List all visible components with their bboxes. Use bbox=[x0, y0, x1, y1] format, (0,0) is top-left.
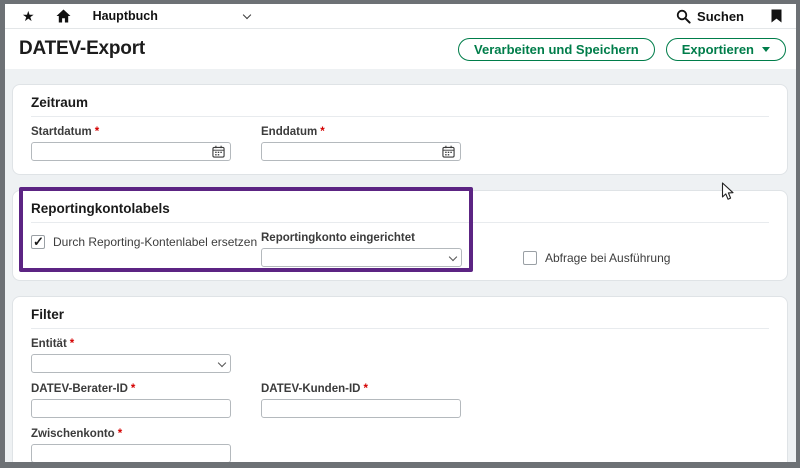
berater-id-input[interactable] bbox=[37, 401, 225, 416]
field-zwischenkonto: Zwischenkonto * bbox=[31, 428, 231, 462]
page-content: Zeitraum Startdatum * Enddatum * Reporti… bbox=[5, 69, 796, 462]
chevron-down-icon bbox=[448, 252, 458, 261]
chevron-down-icon bbox=[242, 10, 252, 19]
entitaet-select[interactable] bbox=[31, 354, 231, 373]
magnifier-icon bbox=[676, 9, 691, 24]
bookmark-icon[interactable] bbox=[771, 9, 782, 23]
required-marker: * bbox=[69, 338, 75, 350]
field-reportingkonto: Reportingkonto eingerichtet bbox=[261, 232, 462, 267]
startdatum-input[interactable] bbox=[37, 144, 212, 159]
process-save-button[interactable]: Verarbeiten und Speichern bbox=[458, 37, 655, 61]
abfrage-checkbox-row: Abfrage bei Ausführung bbox=[523, 251, 670, 265]
star-icon[interactable]: ★ bbox=[22, 9, 35, 23]
search-label: Suchen bbox=[697, 8, 744, 24]
field-entitaet: Entität * bbox=[31, 338, 231, 373]
calendar-icon[interactable] bbox=[212, 145, 225, 158]
export-label: Exportieren bbox=[681, 41, 754, 57]
berater-id-input-wrap bbox=[31, 399, 231, 418]
required-marker: * bbox=[117, 428, 123, 440]
search-control[interactable]: Suchen bbox=[676, 9, 744, 24]
process-save-label: Verarbeiten und Speichern bbox=[474, 41, 639, 57]
abfrage-checkbox-label: Abfrage bei Ausführung bbox=[545, 251, 671, 265]
zwischenkonto-label: Zwischenkonto * bbox=[31, 428, 123, 440]
section-title-filter: Filter bbox=[31, 307, 769, 329]
startdatum-input-wrap bbox=[31, 142, 231, 161]
export-button[interactable]: Exportieren bbox=[665, 37, 786, 61]
required-marker: * bbox=[130, 383, 136, 395]
reportingkonto-label: Reportingkonto eingerichtet bbox=[261, 232, 415, 244]
caret-down-icon bbox=[762, 46, 770, 52]
enddatum-input-wrap bbox=[261, 142, 461, 161]
reportingkonto-select[interactable] bbox=[261, 248, 462, 267]
startdatum-label: Startdatum * bbox=[31, 126, 100, 138]
entitaet-label: Entität * bbox=[31, 338, 75, 350]
calendar-icon[interactable] bbox=[442, 145, 455, 158]
kunden-id-input[interactable] bbox=[267, 401, 455, 416]
berater-id-label: DATEV-Berater-ID * bbox=[31, 383, 136, 395]
page-title: DATEV-Export bbox=[19, 38, 146, 59]
required-marker: * bbox=[320, 126, 325, 138]
replace-checkbox[interactable] bbox=[31, 234, 45, 250]
kunden-id-input-wrap bbox=[261, 399, 461, 418]
zwischenkonto-input[interactable] bbox=[37, 446, 225, 461]
enddatum-input[interactable] bbox=[267, 144, 442, 159]
home-icon[interactable] bbox=[56, 9, 71, 23]
field-enddatum: Enddatum * bbox=[261, 126, 461, 161]
field-berater-id: DATEV-Berater-ID * bbox=[31, 383, 231, 418]
section-title-zeitraum: Zeitraum bbox=[31, 95, 769, 117]
replace-checkbox-label: Durch Reporting-Kontenlabel ersetzen bbox=[53, 235, 258, 249]
section-reportingkontolabels: Reportingkontolabels Durch Reporting-Kon… bbox=[12, 190, 788, 281]
kunden-id-label: DATEV-Kunden-ID * bbox=[261, 383, 368, 395]
section-filter: Filter Entität * DATEV-Berater-ID * DATE… bbox=[12, 296, 788, 462]
required-marker: * bbox=[363, 383, 368, 395]
field-startdatum: Startdatum * bbox=[31, 126, 231, 161]
app-window: ★ Hauptbuch Suchen DATEV-Export Verarbei… bbox=[0, 0, 800, 468]
top-nav-bar: ★ Hauptbuch Suchen bbox=[5, 4, 796, 29]
page-header: DATEV-Export Verarbeiten und Speichern E… bbox=[5, 29, 796, 69]
section-zeitraum: Zeitraum Startdatum * Enddatum * bbox=[12, 84, 788, 175]
chevron-down-icon bbox=[217, 358, 227, 367]
replace-checkbox-row: Durch Reporting-Kontenlabel ersetzen bbox=[31, 234, 261, 250]
field-kunden-id: DATEV-Kunden-ID * bbox=[261, 383, 461, 418]
abfrage-checkbox[interactable] bbox=[523, 251, 537, 265]
enddatum-label: Enddatum * bbox=[261, 126, 325, 138]
section-title-reporting: Reportingkontolabels bbox=[31, 201, 769, 223]
module-label: Hauptbuch bbox=[92, 9, 158, 23]
zwischenkonto-input-wrap bbox=[31, 444, 231, 462]
module-selector[interactable]: Hauptbuch bbox=[92, 9, 252, 23]
required-marker: * bbox=[94, 126, 100, 138]
